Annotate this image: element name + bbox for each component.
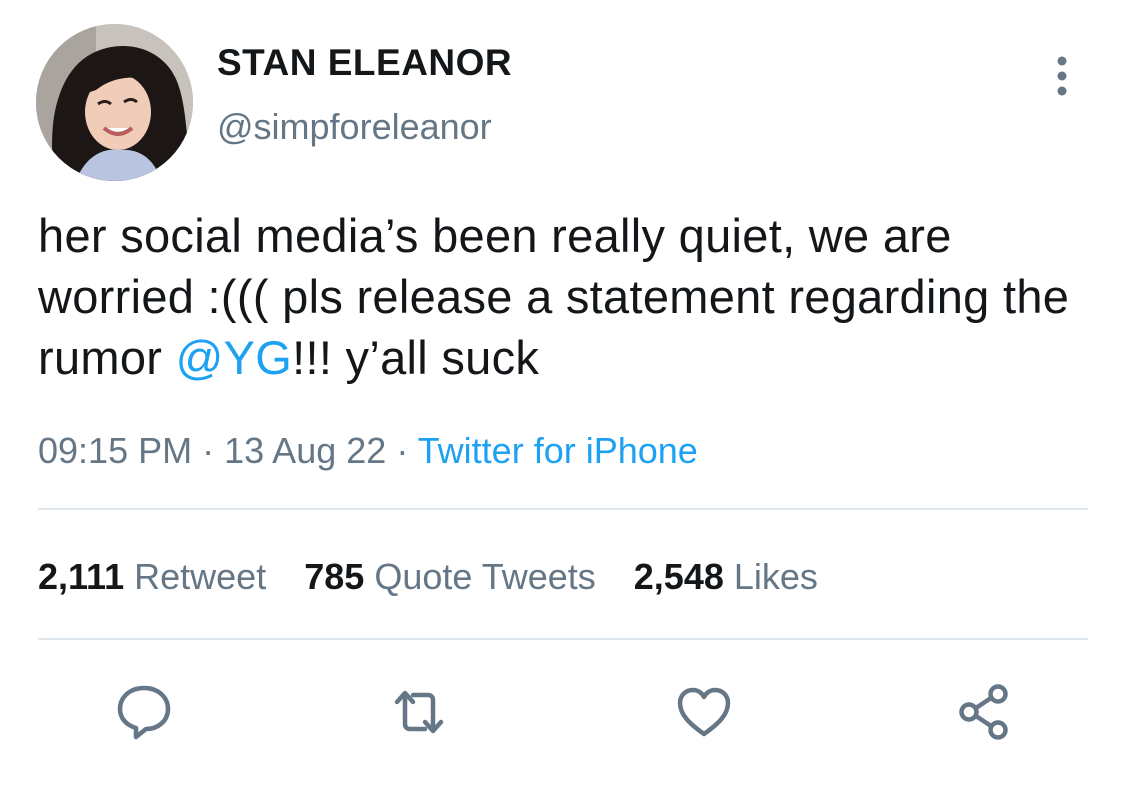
share-icon[interactable] [952,680,1016,744]
retweets-count: 2,111 [38,556,125,597]
user-handle[interactable]: @simpforeleanor [217,106,492,148]
likes-label: Likes [733,556,818,597]
retweets-label: Retweet [134,556,267,597]
quotes-stat[interactable]: 785 Quote Tweets [304,556,596,598]
tweet-meta: 09:15 PM · 13 Aug 22 · Twitter for iPhon… [38,430,698,472]
tweet-text: her social media’s been really quiet, we… [38,205,1098,388]
likes-count: 2,548 [633,556,724,597]
tweet-time: 09:15 PM [38,430,193,471]
avatar-image [36,24,193,181]
avatar[interactable] [36,24,193,181]
tweet-card: STAN ELEANOR @simpforeleanor her social … [0,0,1125,804]
likes-stat[interactable]: 2,548 Likes [634,556,818,598]
quotes-count: 785 [304,556,365,597]
retweet-icon[interactable] [387,680,451,744]
reply-icon[interactable] [112,680,176,744]
divider-top [38,508,1088,510]
heart-icon[interactable] [672,680,736,744]
tweet-stats: 2,111 Retweet 785 Quote Tweets 2,548 Lik… [38,556,818,598]
tweet-text-tail: !!! y’all suck [292,331,540,384]
tweet-date: 13 Aug 22 [224,430,387,471]
meta-separator: · [202,430,215,471]
divider-bottom [38,638,1088,640]
display-name[interactable]: STAN ELEANOR [217,42,512,84]
mention-link[interactable]: @YG [176,331,293,384]
tweet-source-link[interactable]: Twitter for iPhone [418,430,698,471]
retweets-stat[interactable]: 2,111 Retweet [38,556,266,598]
more-vertical-icon[interactable] [1048,54,1076,98]
quotes-label: Quote Tweets [374,556,596,597]
meta-separator: · [396,430,409,471]
